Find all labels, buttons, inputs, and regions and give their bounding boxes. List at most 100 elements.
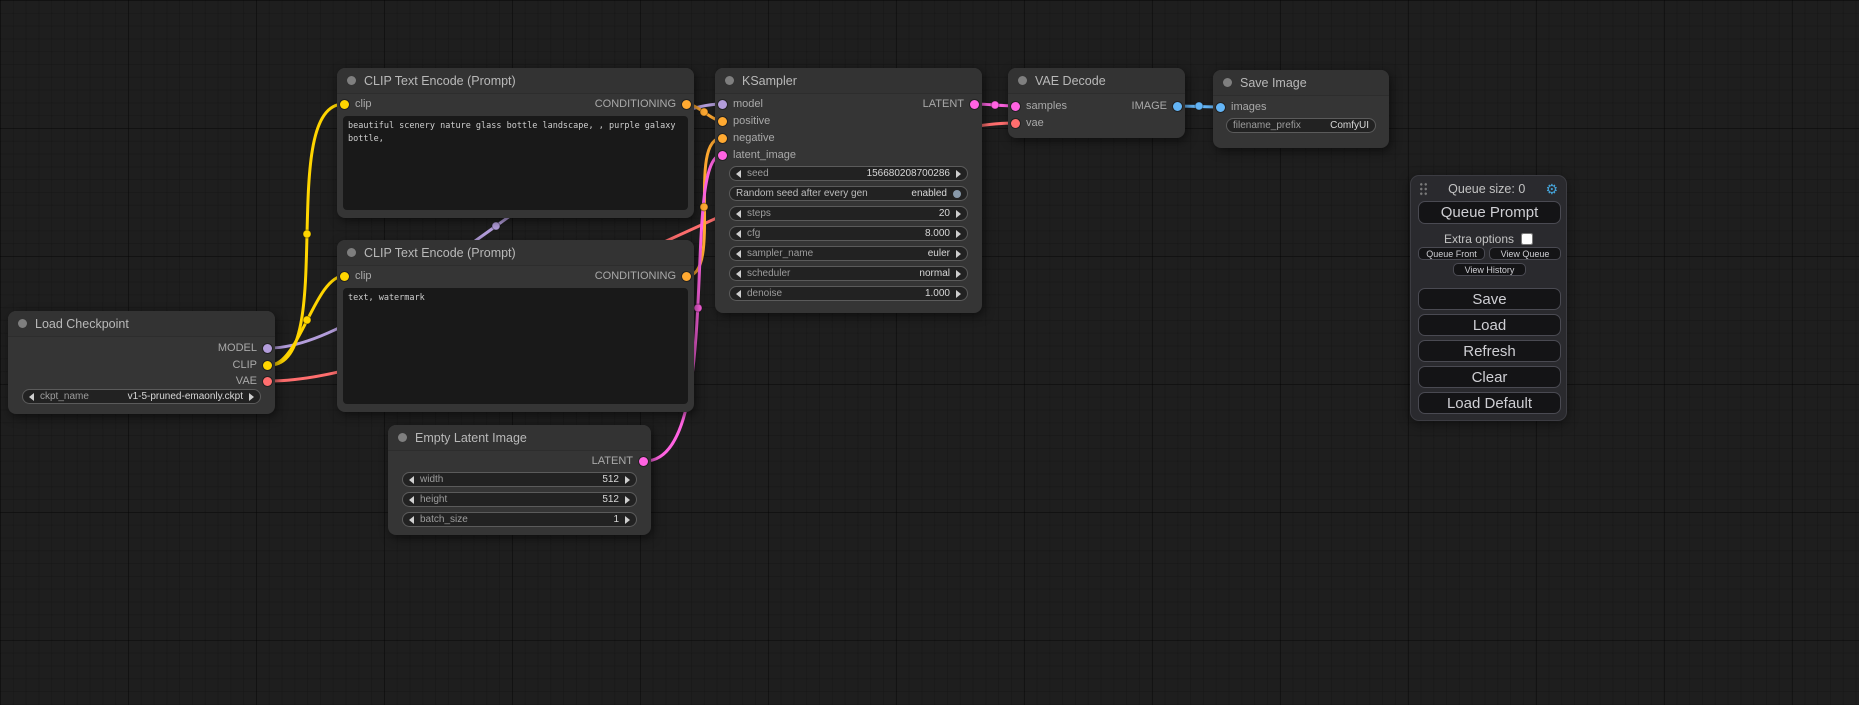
node-clip-text-encode-negative[interactable]: CLIP Text Encode (Prompt) clip CONDITION…	[337, 240, 694, 412]
increment-icon[interactable]	[956, 290, 961, 298]
node-title-bar[interactable]: KSampler	[715, 68, 982, 94]
node-title: CLIP Text Encode (Prompt)	[364, 246, 516, 260]
extra-options-label: Extra options	[1444, 232, 1514, 246]
output-dot-latent[interactable]	[639, 457, 648, 466]
decrement-icon[interactable]	[409, 476, 414, 484]
input-dot-positive[interactable]	[718, 117, 727, 126]
decrement-icon[interactable]	[736, 170, 741, 178]
scheduler-widget[interactable]: scheduler normal	[729, 266, 968, 281]
node-graph-canvas[interactable]: Load Checkpoint MODEL CLIP VAE ckpt_name…	[0, 0, 1859, 705]
queue-prompt-button[interactable]: Queue Prompt	[1418, 201, 1561, 224]
queue-front-button[interactable]: Queue Front	[1418, 247, 1485, 260]
random-seed-toggle[interactable]: Random seed after every gen enabled	[729, 186, 968, 201]
input-dot-latent-image[interactable]	[718, 151, 727, 160]
output-dot-latent[interactable]	[970, 100, 979, 109]
settings-gear-icon[interactable]: ⚙	[1545, 182, 1558, 196]
link-midpoint-dot	[694, 304, 702, 312]
next-value-icon[interactable]	[956, 270, 961, 278]
output-dot-conditioning[interactable]	[682, 100, 691, 109]
collapse-dot-icon[interactable]	[725, 76, 734, 85]
width-widget[interactable]: width 512	[402, 472, 637, 487]
input-dot-images[interactable]	[1216, 103, 1225, 112]
positive-prompt-textarea[interactable]: beautiful scenery nature glass bottle la…	[343, 116, 688, 210]
decrement-icon[interactable]	[409, 496, 414, 504]
node-save-image[interactable]: Save Image images filename_prefix ComfyU…	[1213, 70, 1389, 148]
save-button[interactable]: Save	[1418, 288, 1561, 310]
node-title-bar[interactable]: VAE Decode	[1008, 68, 1185, 94]
input-dot-negative[interactable]	[718, 134, 727, 143]
next-value-icon[interactable]	[249, 393, 254, 401]
collapse-dot-icon[interactable]	[398, 433, 407, 442]
node-title-bar[interactable]: Save Image	[1213, 70, 1389, 96]
output-dot-vae[interactable]	[263, 377, 272, 386]
seed-widget[interactable]: seed 156680208700286	[729, 166, 968, 181]
node-vae-decode[interactable]: VAE Decode samples vae IMAGE	[1008, 68, 1185, 138]
clear-button[interactable]: Clear	[1418, 366, 1561, 388]
increment-icon[interactable]	[625, 516, 630, 524]
increment-icon[interactable]	[956, 230, 961, 238]
input-dot-vae[interactable]	[1011, 119, 1020, 128]
increment-icon[interactable]	[956, 170, 961, 178]
cfg-widget[interactable]: cfg 8.000	[729, 226, 968, 241]
widget-label: seed	[747, 168, 769, 179]
extra-options-row: Extra options	[1411, 231, 1566, 246]
refresh-button[interactable]: Refresh	[1418, 340, 1561, 362]
ckpt-name-widget[interactable]: ckpt_name v1-5-pruned-emaonly.ckpt	[22, 389, 261, 404]
prev-value-icon[interactable]	[29, 393, 34, 401]
decrement-icon[interactable]	[736, 230, 741, 238]
next-value-icon[interactable]	[956, 250, 961, 258]
steps-widget[interactable]: steps 20	[729, 206, 968, 221]
view-history-button[interactable]: View History	[1453, 263, 1526, 276]
output-dot-clip[interactable]	[263, 361, 272, 370]
increment-icon[interactable]	[625, 476, 630, 484]
increment-icon[interactable]	[956, 210, 961, 218]
node-ksampler[interactable]: KSampler model positive negative latent_…	[715, 68, 982, 313]
output-dot-model[interactable]	[263, 344, 272, 353]
input-dot-samples[interactable]	[1011, 102, 1020, 111]
node-title: VAE Decode	[1035, 74, 1106, 88]
drag-handle-icon[interactable]	[1419, 182, 1428, 196]
node-title-bar[interactable]: CLIP Text Encode (Prompt)	[337, 68, 694, 94]
batch-size-widget[interactable]: batch_size 1	[402, 512, 637, 527]
decrement-icon[interactable]	[736, 210, 741, 218]
output-label: MODEL	[218, 342, 257, 354]
sampler-name-widget[interactable]: sampler_name euler	[729, 246, 968, 261]
collapse-dot-icon[interactable]	[1223, 78, 1232, 87]
input-dot-clip[interactable]	[340, 100, 349, 109]
negative-prompt-textarea[interactable]: text, watermark	[343, 288, 688, 404]
node-title: CLIP Text Encode (Prompt)	[364, 74, 516, 88]
input-dot-clip[interactable]	[340, 272, 349, 281]
output-slot-clip: CLIP	[233, 357, 272, 373]
denoise-widget[interactable]: denoise 1.000	[729, 286, 968, 301]
node-title-bar[interactable]: Load Checkpoint	[8, 311, 275, 337]
load-button[interactable]: Load	[1418, 314, 1561, 336]
filename-prefix-widget[interactable]: filename_prefix ComfyUI	[1226, 118, 1376, 133]
load-default-button[interactable]: Load Default	[1418, 392, 1561, 414]
input-label: model	[733, 98, 763, 110]
node-title-bar[interactable]: Empty Latent Image	[388, 425, 651, 451]
collapse-dot-icon[interactable]	[347, 76, 356, 85]
extra-options-checkbox[interactable]	[1521, 233, 1533, 245]
collapse-dot-icon[interactable]	[347, 248, 356, 257]
node-clip-text-encode-positive[interactable]: CLIP Text Encode (Prompt) clip CONDITION…	[337, 68, 694, 218]
decrement-icon[interactable]	[736, 290, 741, 298]
node-empty-latent-image[interactable]: Empty Latent Image LATENT width 512 heig…	[388, 425, 651, 535]
output-dot-image[interactable]	[1173, 102, 1182, 111]
widget-value: enabled	[911, 188, 947, 199]
widget-label: Random seed after every gen	[736, 188, 868, 199]
node-title-bar[interactable]: CLIP Text Encode (Prompt)	[337, 240, 694, 266]
collapse-dot-icon[interactable]	[1018, 76, 1027, 85]
output-dot-conditioning[interactable]	[682, 272, 691, 281]
output-slot-conditioning: CONDITIONING	[595, 268, 691, 284]
height-widget[interactable]: height 512	[402, 492, 637, 507]
toggle-on-icon[interactable]	[953, 190, 961, 198]
collapse-dot-icon[interactable]	[18, 319, 27, 328]
widget-value: 1.000	[925, 288, 950, 299]
node-load-checkpoint[interactable]: Load Checkpoint MODEL CLIP VAE ckpt_name…	[8, 311, 275, 414]
view-queue-button[interactable]: View Queue	[1489, 247, 1561, 260]
decrement-icon[interactable]	[409, 516, 414, 524]
prev-value-icon[interactable]	[736, 270, 741, 278]
input-dot-model[interactable]	[718, 100, 727, 109]
increment-icon[interactable]	[625, 496, 630, 504]
prev-value-icon[interactable]	[736, 250, 741, 258]
